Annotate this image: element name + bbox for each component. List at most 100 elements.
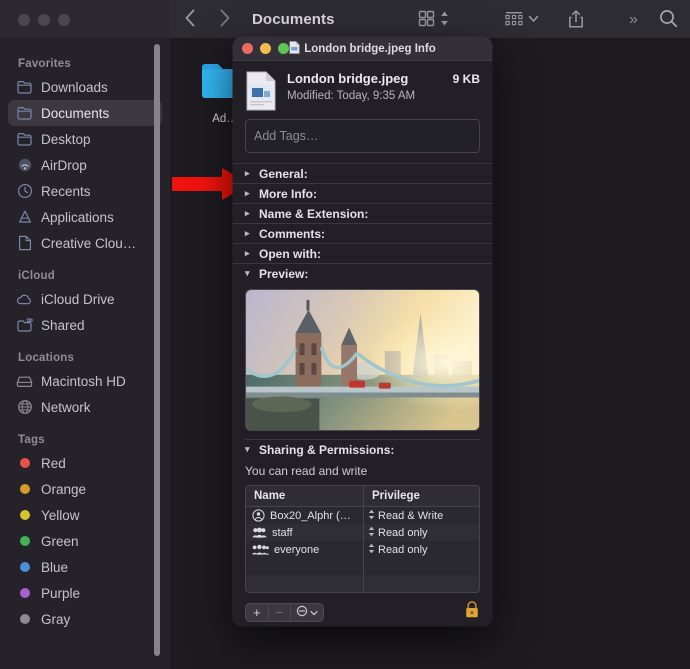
info-section-open-with[interactable]: ▸Open with: <box>233 243 492 263</box>
sidebar-item-label: AirDrop <box>41 158 87 173</box>
permission-privilege-cell[interactable]: Read only <box>364 543 479 556</box>
tag-dot-icon <box>16 455 33 472</box>
info-section-preview[interactable]: ▾Preview: <box>233 263 492 283</box>
column-header-privilege[interactable]: Privilege <box>364 486 479 506</box>
up-down-stepper-icon[interactable] <box>368 526 375 539</box>
sidebar-item-documents[interactable]: Documents <box>8 100 162 126</box>
sidebar-item-red[interactable]: Red <box>8 450 162 476</box>
chevron-down-icon[interactable] <box>528 10 539 27</box>
info-section-more-info[interactable]: ▸More Info: <box>233 183 492 203</box>
sharing-permissions-header[interactable]: ▾ Sharing & Permissions: <box>245 439 480 459</box>
tag-dot-icon <box>16 533 33 550</box>
sidebar-item-airdrop[interactable]: AirDrop <box>8 152 162 178</box>
sidebar-item-green[interactable]: Green <box>8 528 162 554</box>
sidebar-item-downloads[interactable]: Downloads <box>8 74 162 100</box>
sidebar-item-applications[interactable]: Applications <box>8 204 162 230</box>
info-zoom-button[interactable] <box>278 43 289 54</box>
forward-button[interactable] <box>219 9 231 27</box>
sidebar-item-label: Yellow <box>41 508 80 523</box>
share-icon <box>567 9 585 29</box>
info-sections-list: ▸General:▸More Info:▸Name & Extension:▸C… <box>233 163 492 283</box>
permission-privilege-value: Read only <box>378 544 428 556</box>
add-tags-input[interactable]: Add Tags… <box>245 119 480 153</box>
close-button[interactable] <box>18 14 30 26</box>
preview-image <box>245 289 480 431</box>
permission-privilege-cell[interactable]: Read & Write <box>364 509 479 522</box>
info-minimize-button[interactable] <box>260 43 271 54</box>
sidebar-item-gray[interactable]: Gray <box>8 606 162 632</box>
permissions-table: Name Privilege Box20_Alphr (…Read & Writ… <box>245 485 480 593</box>
sidebar-item-shared[interactable]: Shared <box>8 312 162 338</box>
permissions-action-menu-button[interactable] <box>291 604 323 621</box>
permission-privilege-value: Read only <box>378 527 428 539</box>
permissions-empty-row <box>246 558 479 575</box>
chevron-down-icon: ▾ <box>245 268 253 279</box>
permission-privilege-cell[interactable]: Read only <box>364 526 479 539</box>
sidebar-item-label: Applications <box>41 210 114 225</box>
remove-permission-button[interactable]: − <box>269 604 292 621</box>
window-traffic-lights[interactable] <box>18 14 70 26</box>
sidebar-item-orange[interactable]: Orange <box>8 476 162 502</box>
sidebar-item-label: Green <box>41 534 79 549</box>
info-window-title: London bridge.jpeg Info <box>233 41 492 57</box>
tag-color-dot <box>20 588 30 598</box>
up-down-stepper-icon[interactable] <box>368 543 375 556</box>
sidebar-item-recents[interactable]: Recents <box>8 178 162 204</box>
info-section-label: More Info: <box>259 187 317 201</box>
minimize-button[interactable] <box>38 14 50 26</box>
permission-row[interactable]: staffRead only <box>246 524 479 541</box>
group-by-control[interactable] <box>505 10 539 27</box>
airdrop-icon <box>16 157 33 174</box>
sidebar-item-label: Red <box>41 456 66 471</box>
sidebar-item-label: Documents <box>41 106 109 121</box>
sidebar-item-yellow[interactable]: Yellow <box>8 502 162 528</box>
info-window-title-text: London bridge.jpeg Info <box>304 43 436 55</box>
sidebar-item-blue[interactable]: Blue <box>8 554 162 580</box>
tag-dot-icon <box>16 481 33 498</box>
zoom-button[interactable] <box>58 14 70 26</box>
sidebar-item-purple[interactable]: Purple <box>8 580 162 606</box>
view-mode-control[interactable] <box>418 10 449 27</box>
chevron-right-icon: ▸ <box>245 168 253 179</box>
sidebar-section-locations: Locations <box>0 352 170 364</box>
up-down-stepper-icon[interactable] <box>368 509 375 522</box>
sharing-permissions-label: Sharing & Permissions: <box>259 443 394 457</box>
info-window: London bridge.jpeg Info London bridge.jp… <box>233 37 492 626</box>
group-users-icon <box>252 527 267 538</box>
tag-color-dot <box>20 510 30 520</box>
info-section-comments[interactable]: ▸Comments: <box>233 223 492 243</box>
more-toolbar-items-button[interactable]: » <box>629 11 638 29</box>
sidebar-item-icloud-drive[interactable]: iCloud Drive <box>8 286 162 312</box>
permission-privilege-value: Read & Write <box>378 510 443 522</box>
tag-color-dot <box>20 458 30 468</box>
chevron-right-icon: ▸ <box>245 208 253 219</box>
sidebar-item-network[interactable]: Network <box>8 394 162 420</box>
info-section-general[interactable]: ▸General: <box>233 163 492 183</box>
share-button[interactable] <box>567 9 585 34</box>
sidebar-item-creative-clou[interactable]: Creative Clou… <box>8 230 162 256</box>
permission-row[interactable]: everyoneRead only <box>246 541 479 558</box>
search-button[interactable] <box>659 9 678 33</box>
lock-closed-icon[interactable] <box>464 600 480 624</box>
sidebar-scrollbar[interactable] <box>154 44 160 656</box>
add-permission-button[interactable]: + <box>246 604 269 621</box>
tag-color-dot <box>20 484 30 494</box>
sidebar-item-desktop[interactable]: Desktop <box>8 126 162 152</box>
info-window-titlebar[interactable]: London bridge.jpeg Info <box>233 37 492 61</box>
gear-icon <box>296 605 308 620</box>
permissions-action-segment[interactable]: + − <box>245 603 324 622</box>
up-down-stepper-icon[interactable] <box>440 10 449 27</box>
info-close-button[interactable] <box>242 43 253 54</box>
jpeg-document-icon <box>289 41 300 57</box>
permission-row[interactable]: Box20_Alphr (…Read & Write <box>246 507 479 524</box>
tag-color-dot <box>20 614 30 624</box>
info-section-label: Name & Extension: <box>259 207 368 221</box>
back-button[interactable] <box>184 9 196 27</box>
sidebar-item-macintosh-hd[interactable]: Macintosh HD <box>8 368 162 394</box>
folder-icon <box>16 105 33 122</box>
sidebar-item-label: Macintosh HD <box>41 374 126 389</box>
info-section-name-extension[interactable]: ▸ Name & Extension: <box>233 203 492 223</box>
tag-dot-icon <box>16 507 33 524</box>
column-header-name[interactable]: Name <box>246 486 364 506</box>
chevron-down-icon: ▾ <box>245 444 253 455</box>
